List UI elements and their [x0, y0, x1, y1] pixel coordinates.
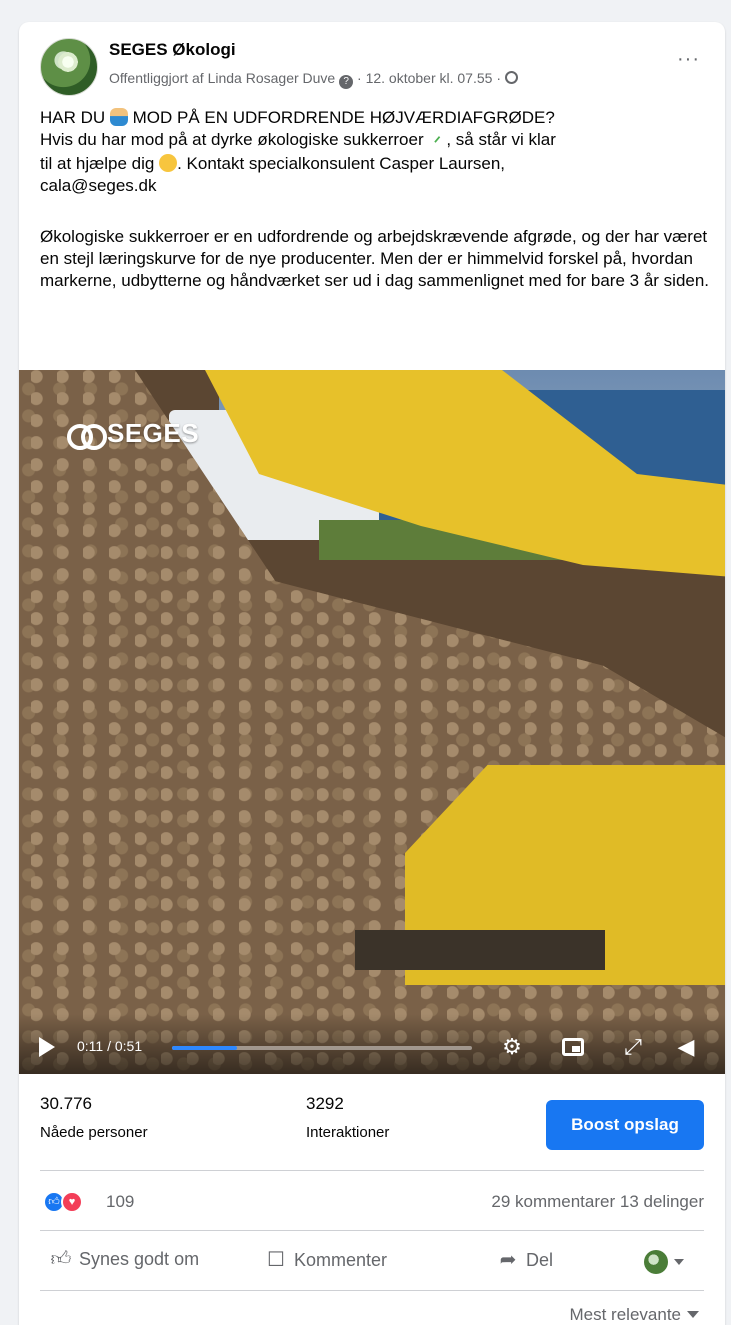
email-link[interactable]: cala@seges.dk [40, 176, 157, 195]
volume-icon[interactable]: ◀ [673, 1034, 699, 1060]
video-time: 0:11 / 0:51 [77, 1038, 143, 1054]
chevron-down-icon [674, 1259, 684, 1265]
post-text-intro: HAR DU MOD PÅ EN UDFORDRENDE HØJVÆRDIAFG… [40, 107, 710, 197]
seges-logo-icon [67, 423, 107, 450]
post-meta: Offentliggjort af Linda Rosager Duve ? ·… [109, 70, 518, 89]
comments-count-link[interactable]: 29 kommentarer [491, 1192, 615, 1211]
video-player[interactable]: SEGES 0:11 / 0:51 ⚙ ⤢ ◀ [19, 370, 725, 1074]
video-controls: 0:11 / 0:51 ⚙ ⤢ ◀ [19, 1014, 725, 1074]
like-button[interactable]: 👍︎ Synes godt om [49, 1247, 200, 1281]
interactions-label: Interaktioner [306, 1124, 390, 1141]
text-segment: til at hjælpe dig [40, 154, 160, 173]
like-label: Synes godt om [79, 1249, 200, 1269]
help-icon[interactable]: ? [339, 75, 354, 89]
fullscreen-icon[interactable]: ⤢ [620, 1034, 646, 1060]
share-button[interactable]: ➦ Del [496, 1247, 553, 1281]
picture-in-picture-icon[interactable] [560, 1034, 586, 1060]
page-name[interactable]: SEGES Økologi [109, 40, 236, 60]
comment-label: Kommenter [294, 1250, 388, 1270]
chevron-down-icon [687, 1311, 699, 1318]
text-segment: MOD PÅ EN UDFORDRENDE HØJVÆRDIAFGRØDE? [127, 108, 555, 127]
post-text-body: Økologiske sukkerroer er en udfordrende … [40, 227, 710, 290]
text-segment: Hvis du har mod på at dyrke økologiske s… [40, 130, 429, 149]
page-avatar-small [644, 1250, 668, 1274]
comment-sort-dropdown[interactable]: Mest relevante [569, 1305, 699, 1325]
post-insights: 30.776 Nåede personer 3292 Interaktioner… [19, 1074, 725, 1170]
reached-value: 30.776 [40, 1094, 92, 1113]
shares-count-link[interactable]: 13 delinger [620, 1192, 704, 1211]
interactions-value: 3292 [306, 1094, 344, 1113]
divider [40, 1170, 704, 1171]
share-arrow-icon: ➦ [499, 1249, 517, 1271]
settings-gear-icon[interactable]: ⚙ [499, 1034, 525, 1060]
seedling-emoji-icon: ᐟ [433, 135, 441, 152]
text-segment: HAR DU [40, 108, 110, 127]
divider [40, 1230, 704, 1231]
divider [40, 1290, 704, 1291]
reached-label: Nåede personer [40, 1124, 148, 1141]
clover-flower-icon [56, 51, 80, 73]
video-frame-harvester-base [355, 930, 605, 970]
page-avatar[interactable] [40, 38, 98, 96]
globe-icon [504, 71, 518, 84]
meta-separator: · [496, 70, 505, 86]
love-reaction-icon: ♥ [61, 1191, 83, 1213]
comment-button[interactable]: ☐ Kommenter [264, 1247, 387, 1281]
smiling-face-emoji-icon [159, 154, 178, 172]
post-card: SEGES Økologi Offentliggjort af Linda Ro… [19, 22, 725, 1325]
published-by[interactable]: Offentliggjort af Linda Rosager Duve [109, 70, 335, 86]
video-progress-bar[interactable] [172, 1046, 472, 1050]
video-watermark: SEGES [67, 418, 200, 450]
reaction-count: 109 [106, 1192, 135, 1211]
person-emoji-icon [109, 108, 128, 126]
boost-post-button[interactable]: Boost opslag [546, 1100, 704, 1150]
sort-label: Mest relevante [569, 1305, 682, 1324]
thumbs-up-icon: 👍︎ [50, 1248, 72, 1270]
post-header: SEGES Økologi Offentliggjort af Linda Ro… [40, 38, 704, 96]
text-segment: , så står vi klar [446, 130, 556, 149]
video-progress-fill [172, 1046, 237, 1050]
post-date[interactable]: 12. oktober kl. 07.55 [366, 70, 493, 86]
post-as-selector[interactable] [644, 1250, 690, 1276]
share-label: Del [526, 1250, 554, 1270]
watermark-text: SEGES [107, 418, 200, 448]
play-icon[interactable] [39, 1037, 55, 1057]
comment-bubble-icon: ☐ [267, 1249, 285, 1271]
comments-shares: 29 kommentarer 13 delinger [491, 1192, 704, 1212]
text-segment: . Kontakt specialkonsulent Casper Laurse… [177, 154, 505, 173]
meta-separator: · [357, 70, 366, 86]
more-options-button[interactable]: ··· [677, 48, 700, 71]
